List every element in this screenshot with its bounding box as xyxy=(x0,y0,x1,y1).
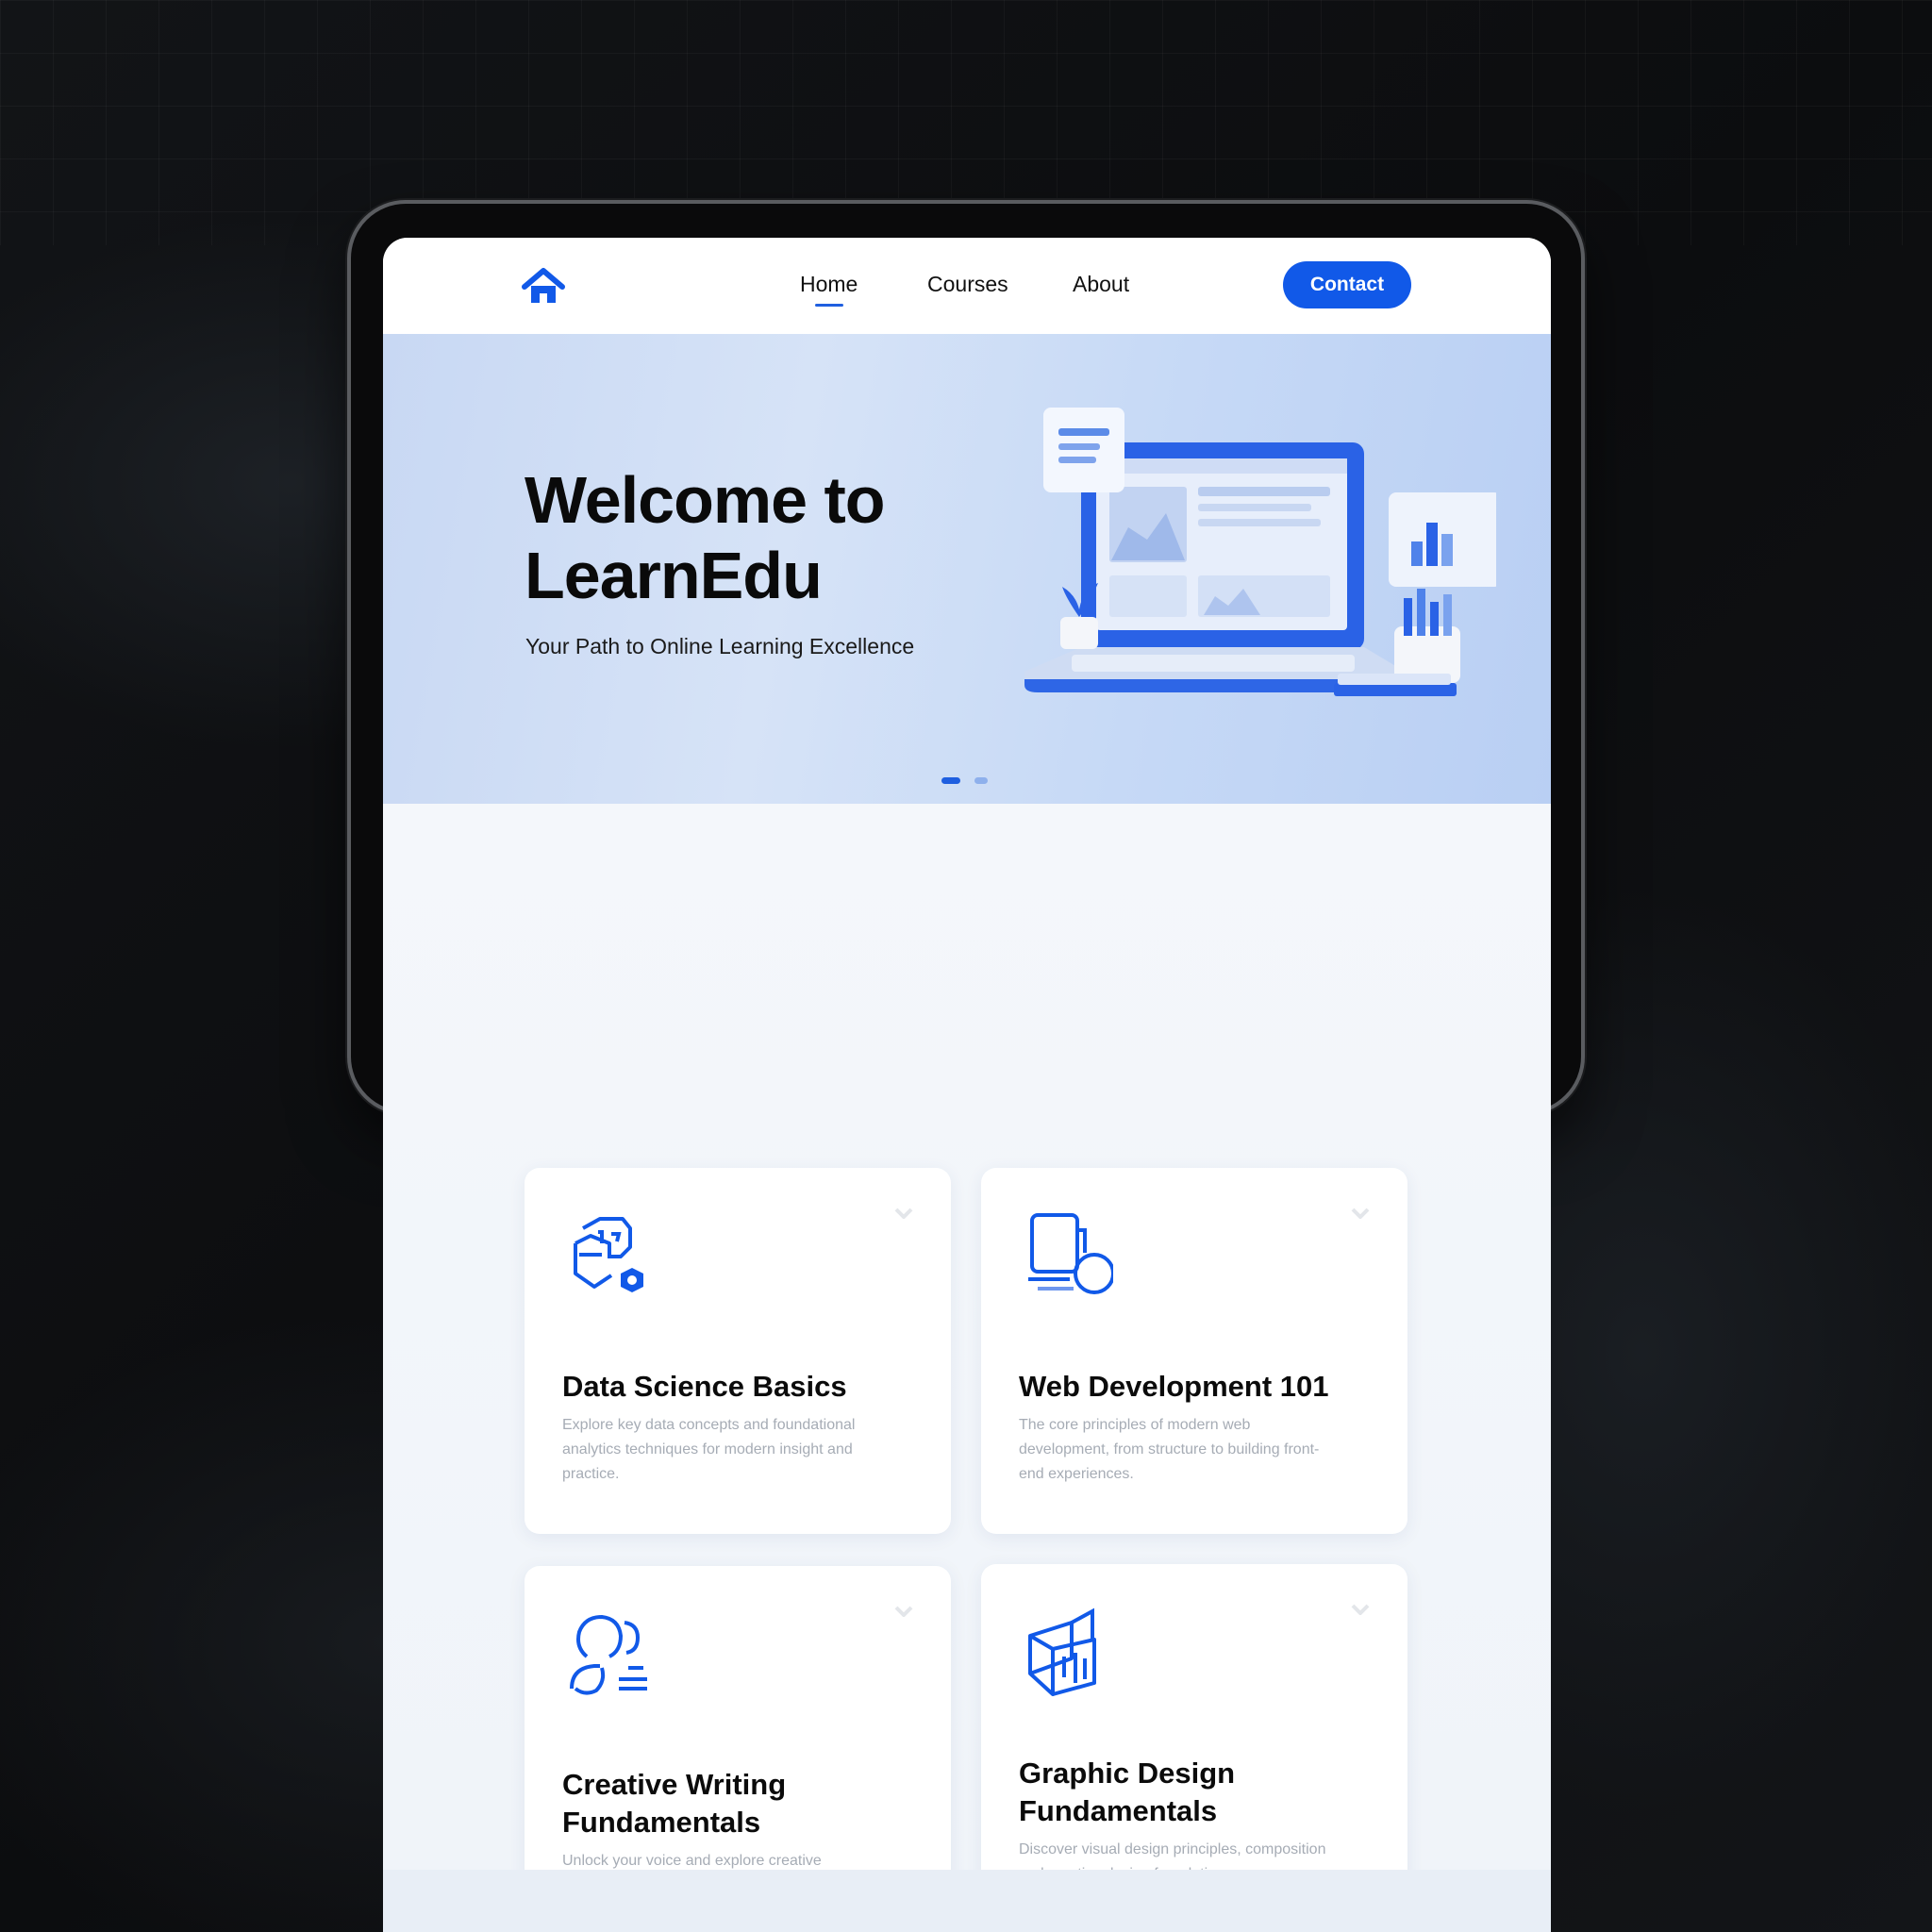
cube-design-icon xyxy=(1028,1607,1096,1696)
laptop-dashboard-icon xyxy=(1024,408,1496,696)
course-card-web-development[interactable]: Web Development 101 The core principles … xyxy=(981,1168,1407,1534)
navbar: Home Courses About Contact xyxy=(383,238,1551,334)
course-title: Web Development 101 xyxy=(1019,1370,1329,1403)
nav-link-about[interactable]: About xyxy=(1073,272,1129,297)
courses-section: Data Science Basics Explore key data con… xyxy=(383,804,1551,1932)
contact-button[interactable]: Contact xyxy=(1283,261,1411,308)
devices-icon xyxy=(1028,1213,1113,1294)
web-page: Home Courses About Contact Welcome to Le… xyxy=(383,238,1551,1932)
course-title: Creative Writing Fundamentals xyxy=(562,1768,787,1839)
course-title: Graphic Design Fundamentals xyxy=(1019,1757,1236,1827)
people-writing-icon xyxy=(570,1614,647,1695)
chevron-down-icon[interactable] xyxy=(1351,1208,1370,1219)
home-icon[interactable] xyxy=(521,266,566,308)
course-description: Explore key data concepts and foundation… xyxy=(562,1417,856,1482)
course-description: The core principles of modern web develo… xyxy=(1019,1417,1320,1482)
carousel-dot-active[interactable] xyxy=(941,777,960,784)
active-nav-indicator xyxy=(815,304,843,307)
chevron-down-icon[interactable] xyxy=(894,1208,913,1219)
chevron-down-icon[interactable] xyxy=(1351,1604,1370,1615)
nav-link-home[interactable]: Home xyxy=(800,272,858,297)
course-card-data-science[interactable]: Data Science Basics Explore key data con… xyxy=(525,1168,951,1534)
nav-link-courses[interactable]: Courses xyxy=(927,272,1008,297)
chevron-down-icon[interactable] xyxy=(894,1606,913,1617)
hero-title: Welcome to LearnEdu xyxy=(525,463,886,612)
footer xyxy=(383,1870,1551,1932)
course-title: Data Science Basics xyxy=(562,1370,847,1403)
hero-subtitle: Your Path to Online Learning Excellence xyxy=(525,634,915,658)
carousel-dot[interactable] xyxy=(974,777,988,784)
hero-banner: Welcome to LearnEdu Your Path to Online … xyxy=(383,334,1551,804)
data-science-icon xyxy=(574,1217,643,1292)
